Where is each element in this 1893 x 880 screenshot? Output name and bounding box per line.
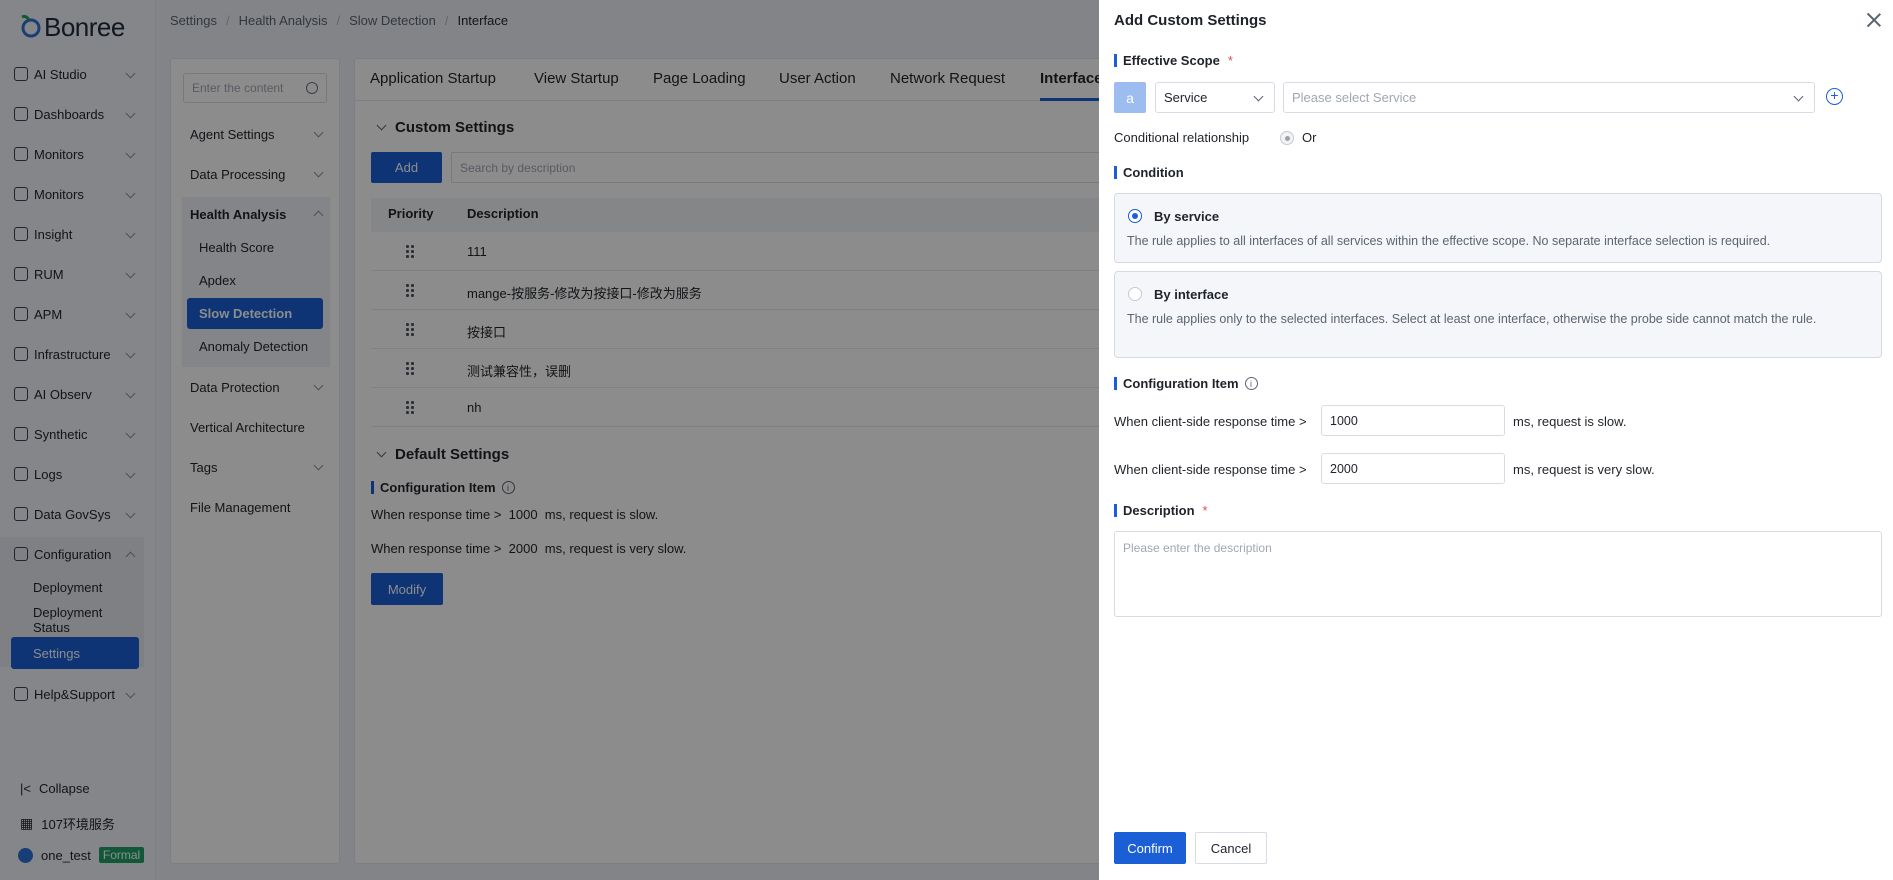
add-scope-icon[interactable]: + [1826, 88, 1843, 105]
by-service-radio[interactable] [1128, 209, 1142, 223]
by-service-option[interactable]: By service The rule applies to all inter… [1114, 193, 1882, 263]
modal-overlay[interactable] [0, 0, 1099, 880]
or-radio [1280, 131, 1294, 145]
very-slow-threshold-suffix: ms, request is very slow. [1513, 462, 1655, 477]
slow-threshold-prefix: When client-side response time > [1114, 414, 1307, 429]
service-select[interactable]: Please select Service [1283, 82, 1815, 113]
conditional-relationship-label: Conditional relationship [1114, 130, 1250, 145]
very-slow-threshold-input[interactable]: 2000 [1321, 453, 1505, 484]
scope-type-select[interactable]: Service [1155, 82, 1275, 113]
condition-label: Condition [1114, 165, 1184, 180]
slow-threshold-input[interactable]: 1000 [1321, 405, 1505, 436]
close-icon[interactable] [1866, 12, 1882, 28]
chevron-down-icon [1253, 91, 1264, 102]
chevron-down-icon [1793, 91, 1804, 102]
or-radio-label: Or [1302, 130, 1317, 145]
description-label: Description * [1114, 503, 1208, 518]
drawer-config-label: Configuration Item i [1114, 376, 1258, 391]
by-interface-radio[interactable] [1128, 287, 1142, 301]
cancel-button[interactable]: Cancel [1195, 832, 1267, 864]
drawer-title: Add Custom Settings [1114, 12, 1267, 29]
very-slow-threshold-prefix: When client-side response time > [1114, 462, 1307, 477]
effective-scope-label: Effective Scope * [1114, 53, 1233, 68]
info-icon[interactable]: i [1244, 377, 1258, 390]
by-interface-option[interactable]: By interface The rule applies only to th… [1114, 271, 1882, 358]
slow-threshold-suffix: ms, request is slow. [1513, 414, 1627, 429]
required-marker: * [1227, 53, 1233, 68]
confirm-button[interactable]: Confirm [1114, 832, 1186, 864]
scope-group-chip: a [1114, 82, 1146, 113]
description-textarea[interactable]: Please enter the description [1114, 531, 1882, 617]
required-marker: * [1202, 503, 1208, 518]
